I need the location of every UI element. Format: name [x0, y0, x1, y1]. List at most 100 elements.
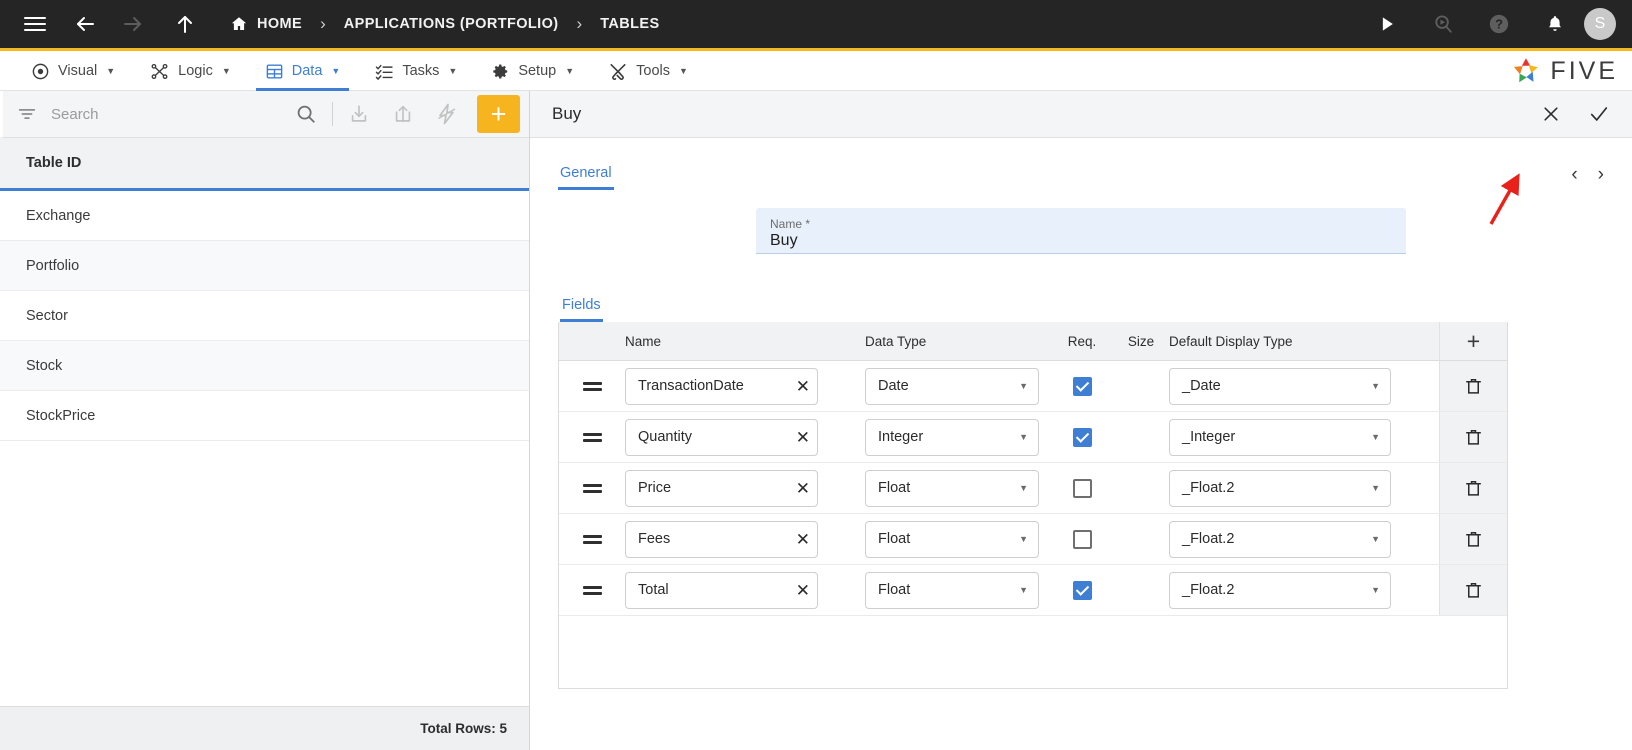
add-field-button[interactable]: +: [1439, 322, 1507, 360]
drag-handle-icon[interactable]: [559, 463, 625, 513]
field-name-box[interactable]: ✕: [625, 571, 818, 609]
name-field[interactable]: Name *: [756, 208, 1406, 254]
breadcrumb-separator: ›: [320, 14, 326, 33]
list-item[interactable]: Exchange: [0, 191, 529, 241]
help-icon[interactable]: ?: [1480, 5, 1518, 43]
field-name-input[interactable]: [638, 582, 790, 598]
data-type-select[interactable]: Integer ▼: [865, 418, 1039, 456]
field-display-type-cell: _Float.2 ▼: [1169, 565, 1439, 615]
display-type-value: _Integer: [1182, 429, 1236, 445]
menu-item-tools[interactable]: Tools ▼: [591, 51, 705, 91]
required-checkbox[interactable]: [1072, 427, 1092, 447]
search-run-icon[interactable]: [1424, 5, 1462, 43]
menu-item-tasks[interactable]: Tasks ▼: [357, 51, 474, 91]
field-name-cell: ✕: [625, 463, 865, 513]
breadcrumb-label-home: HOME: [257, 16, 303, 32]
delete-field-button[interactable]: [1439, 565, 1507, 615]
tools-icon: [608, 62, 628, 81]
field-name-input[interactable]: [638, 531, 790, 547]
display-type-select[interactable]: _Float.2 ▼: [1169, 469, 1391, 507]
clear-x-icon[interactable]: ✕: [790, 429, 810, 446]
display-type-select[interactable]: _Date ▼: [1169, 367, 1391, 405]
tab-fields[interactable]: Fields: [560, 297, 603, 322]
required-checkbox[interactable]: [1072, 376, 1092, 396]
chevron-down-icon: ▼: [565, 66, 575, 76]
menu-item-setup[interactable]: Setup ▼: [474, 51, 591, 91]
display-type-select[interactable]: _Integer ▼: [1169, 418, 1391, 456]
next-record-button[interactable]: ›: [1598, 165, 1604, 184]
tab-general[interactable]: General: [558, 165, 614, 190]
menu-label-data: Data: [291, 63, 323, 79]
list-item[interactable]: Stock: [0, 341, 529, 391]
required-checkbox[interactable]: [1072, 529, 1092, 549]
total-rows-label: Total Rows: 5: [420, 721, 507, 736]
required-checkbox[interactable]: [1072, 478, 1092, 498]
search-input[interactable]: [51, 105, 284, 123]
field-name-box[interactable]: ✕: [625, 367, 818, 405]
export-icon[interactable]: [381, 91, 425, 138]
add-field-label: +: [1466, 327, 1481, 354]
hamburger-icon[interactable]: [16, 5, 54, 43]
avatar[interactable]: S: [1584, 8, 1616, 40]
five-star-logo-icon: [1511, 56, 1541, 86]
menu-item-data[interactable]: Data ▼: [248, 51, 358, 91]
menu-item-logic[interactable]: Logic ▼: [132, 51, 248, 91]
display-type-value: _Float.2: [1182, 582, 1235, 598]
close-icon[interactable]: [1540, 103, 1562, 125]
menu-item-visual[interactable]: Visual ▼: [14, 51, 132, 91]
list-item[interactable]: Portfolio: [0, 241, 529, 291]
run-icon[interactable]: [1368, 5, 1406, 43]
clear-x-icon[interactable]: ✕: [790, 480, 810, 497]
list-item-label: Sector: [26, 307, 68, 324]
add-table-button[interactable]: +: [477, 95, 520, 133]
chevron-down-icon: ▼: [448, 66, 458, 76]
list-item[interactable]: Sector: [0, 291, 529, 341]
field-size-cell: [1113, 463, 1169, 513]
field-name-input[interactable]: [638, 480, 790, 496]
delete-field-button[interactable]: [1439, 463, 1507, 513]
data-type-select[interactable]: Date ▼: [865, 367, 1039, 405]
delete-field-button[interactable]: [1439, 361, 1507, 411]
delete-field-button[interactable]: [1439, 412, 1507, 462]
drag-handle-icon[interactable]: [559, 565, 625, 615]
data-type-select[interactable]: Float ▼: [865, 520, 1039, 558]
arrow-right-icon[interactable]: [114, 5, 152, 43]
prev-record-button[interactable]: ‹: [1571, 165, 1577, 184]
fields-table-header: Name Data Type Req. Size Default Display…: [559, 322, 1507, 361]
breadcrumb-item-tables[interactable]: TABLES: [596, 16, 663, 32]
search-icon[interactable]: [284, 91, 328, 138]
clear-x-icon[interactable]: ✕: [790, 378, 810, 395]
list-column-header[interactable]: Table ID: [0, 138, 529, 191]
drag-handle-icon[interactable]: [559, 361, 625, 411]
breadcrumb-item-applications[interactable]: APPLICATIONS (PORTFOLIO): [340, 16, 563, 32]
drag-handle-icon[interactable]: [559, 514, 625, 564]
filter-icon[interactable]: [3, 103, 51, 125]
field-data-type-cell: Date ▼: [865, 361, 1051, 411]
field-name-box[interactable]: ✕: [625, 469, 818, 507]
notifications-icon[interactable]: [1536, 5, 1574, 43]
required-checkbox[interactable]: [1072, 580, 1092, 600]
field-name-input[interactable]: [638, 429, 790, 445]
delete-field-button[interactable]: [1439, 514, 1507, 564]
arrow-left-icon[interactable]: [66, 5, 104, 43]
arrow-up-icon[interactable]: [166, 5, 204, 43]
drag-handle-icon[interactable]: [559, 412, 625, 462]
breadcrumb-item-home[interactable]: HOME: [226, 15, 306, 33]
clear-x-icon[interactable]: ✕: [790, 531, 810, 548]
name-input[interactable]: [770, 232, 1392, 250]
data-type-select[interactable]: Float ▼: [865, 571, 1039, 609]
clear-x-icon[interactable]: ✕: [790, 582, 810, 599]
field-required-cell: [1051, 565, 1113, 615]
display-type-select[interactable]: _Float.2 ▼: [1169, 571, 1391, 609]
display-type-select[interactable]: _Float.2 ▼: [1169, 520, 1391, 558]
field-name-input[interactable]: [638, 378, 790, 394]
data-type-select[interactable]: Float ▼: [865, 469, 1039, 507]
import-icon[interactable]: [337, 91, 381, 138]
list-item[interactable]: StockPrice: [0, 391, 529, 441]
chevron-down-icon: ▼: [679, 66, 688, 76]
column-header-table-id: Table ID: [26, 155, 82, 171]
field-name-box[interactable]: ✕: [625, 418, 818, 456]
confirm-icon[interactable]: [1588, 103, 1610, 125]
field-name-box[interactable]: ✕: [625, 520, 818, 558]
flash-icon[interactable]: [425, 91, 469, 138]
